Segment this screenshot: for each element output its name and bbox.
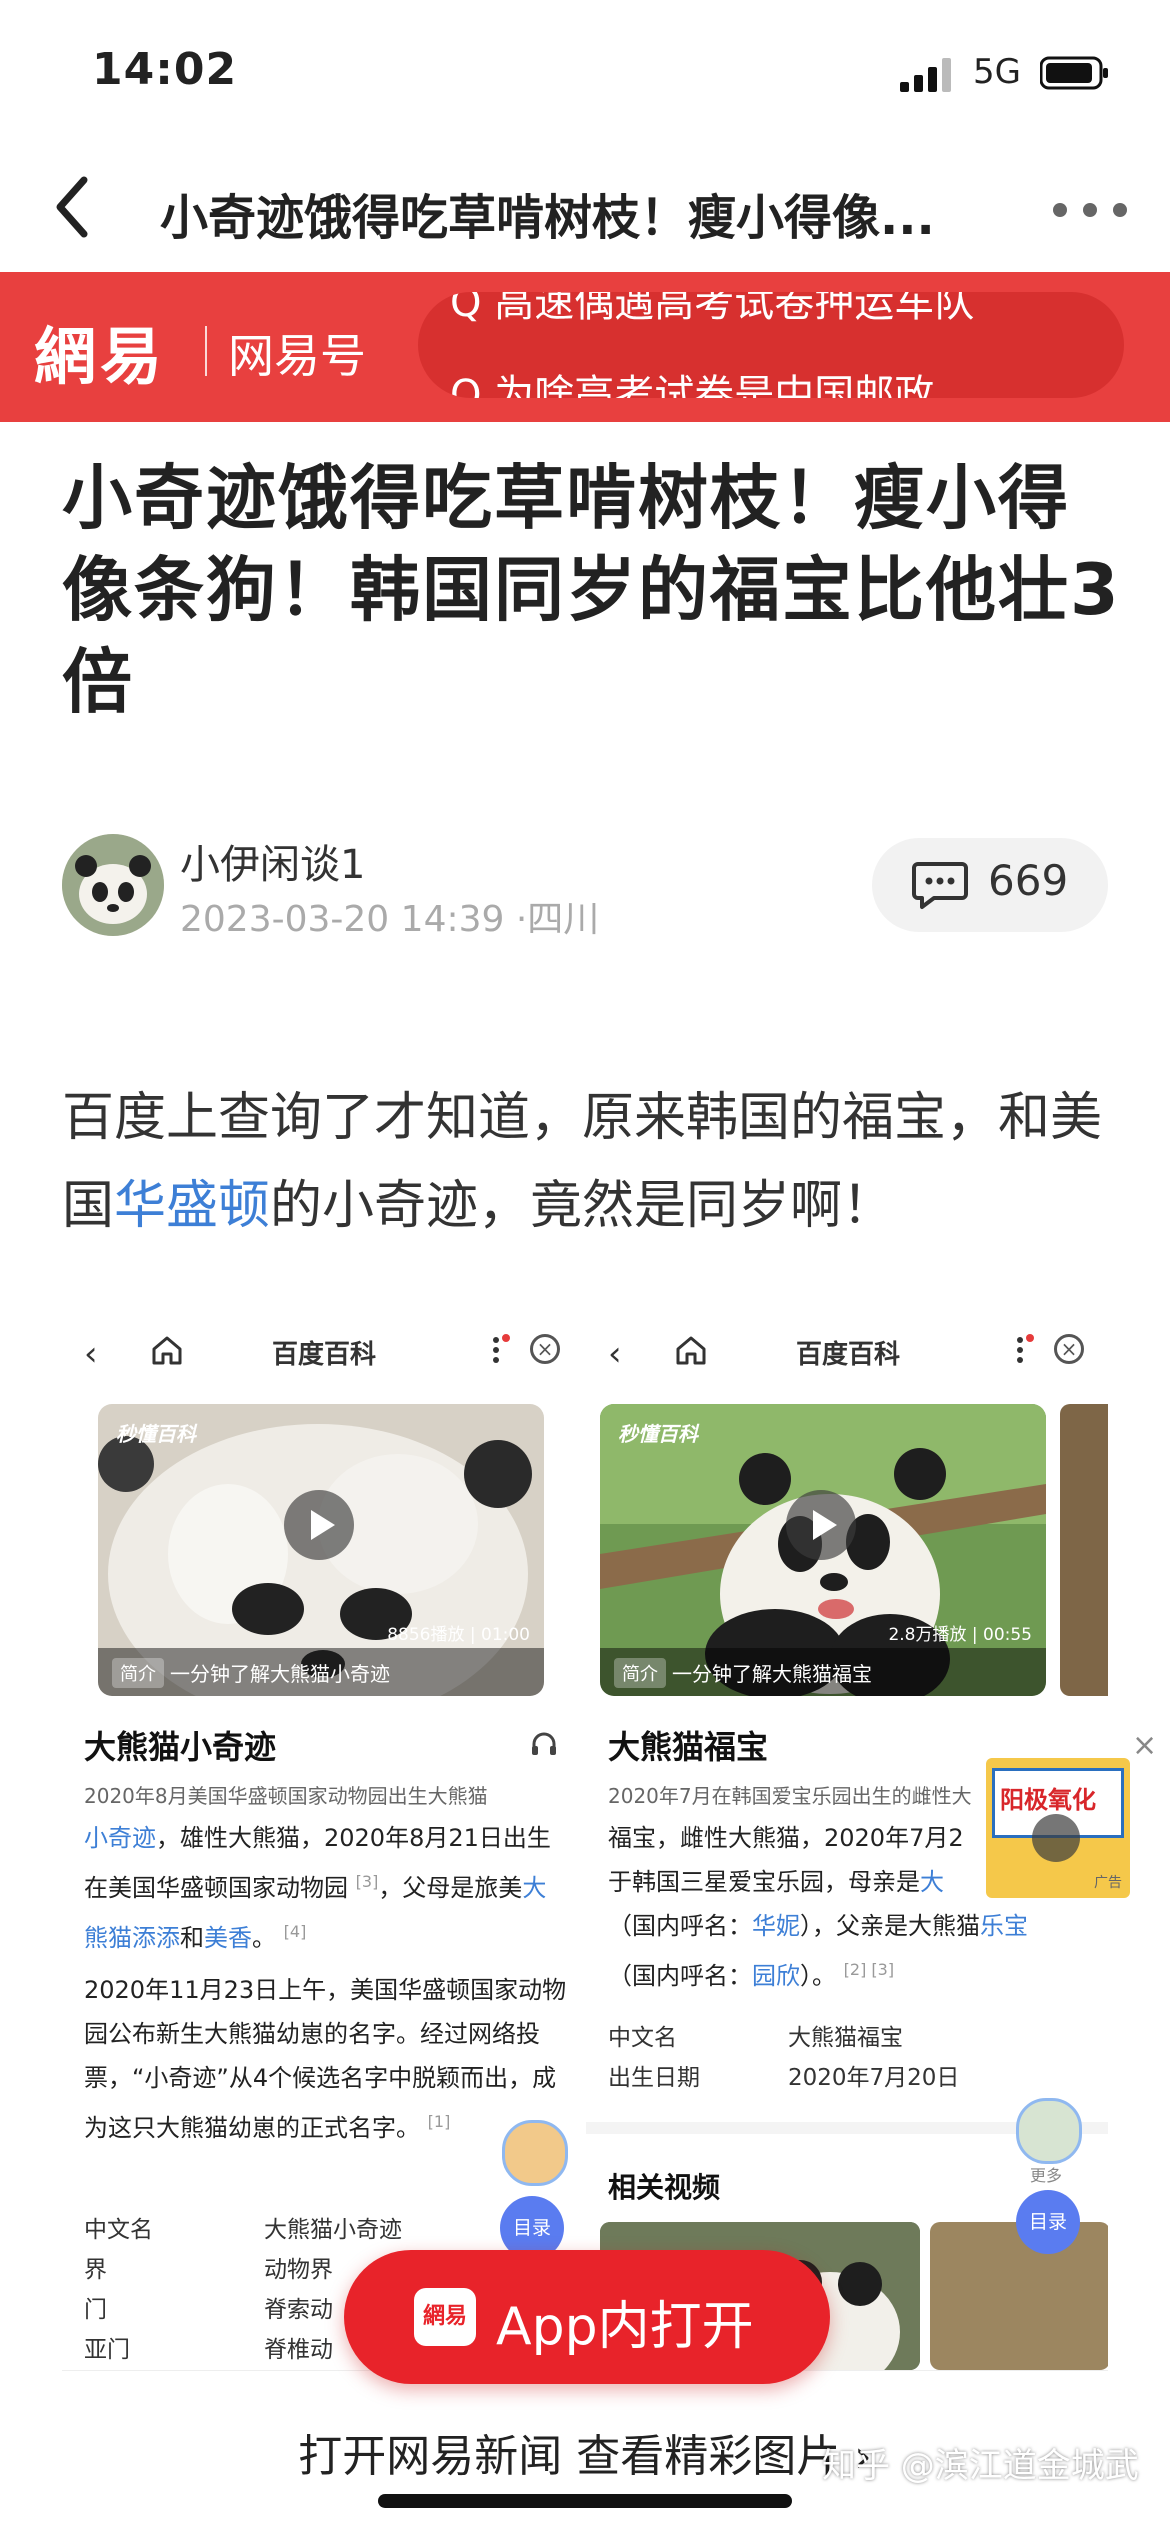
author-name[interactable]: 小伊闲谈1: [180, 832, 365, 890]
ad-close-icon[interactable]: ×: [1132, 1728, 1157, 1763]
entry-link: 园欣: [752, 1962, 800, 1990]
entry-description: 2020年7月在韩国爱宝乐园出生的雌性大: [608, 1784, 972, 1808]
search-suggestion[interactable]: Q 高速偶遇高考试卷押运车队: [450, 292, 974, 328]
citation: [4]: [283, 1922, 307, 1941]
search-suggestion[interactable]: Q 为啥高考试卷是中国邮政: [450, 362, 934, 398]
washington-link[interactable]: 华盛顿: [114, 1176, 270, 1236]
entry-link: 大: [920, 1868, 944, 1896]
ad-text: 阳极氧化: [1000, 1786, 1096, 1814]
citation: [1]: [427, 2112, 451, 2131]
video-logo: 秒懂百科: [116, 1422, 196, 1446]
entry-text: 2020年11月23日上午，美国华盛顿国家动物园公布新生大熊猫幼崽的名字。经过网…: [84, 1976, 567, 2142]
comment-count[interactable]: 669: [988, 856, 1068, 905]
entry-link: 华妮: [752, 1912, 800, 1940]
avatar-badge: [1016, 2098, 1082, 2164]
ad-label: 广告: [1094, 1875, 1122, 1891]
ad-play-icon: [1032, 1814, 1080, 1862]
watermark: 知乎 @滨江道金城武: [822, 2446, 1139, 2486]
baike-topbar: ‹ 百度百科 ×: [62, 1320, 586, 1380]
comment-icon[interactable]: [912, 860, 968, 910]
back-arrow-icon[interactable]: [48, 172, 98, 242]
home-indicator[interactable]: [378, 2494, 792, 2508]
more-label: 更多: [1030, 2166, 1063, 2185]
video-caption: 一分钟了解大熊猫小奇迹: [170, 1662, 390, 1686]
menu-dots-icon: [1017, 1334, 1034, 1363]
entry-name: 大熊猫小奇迹: [84, 1728, 277, 1766]
video-caption: 一分钟了解大熊猫福宝: [672, 1662, 872, 1686]
play-icon: [786, 1490, 856, 1560]
author-avatar[interactable]: [62, 834, 164, 936]
baike-panel-left: ‹ 百度百科 × 秒懂百科 8856播放 | 01:00 简介 一分钟了解大熊猫…: [62, 1320, 586, 2370]
baike-topbar: ‹ 百度百科 ×: [586, 1320, 1108, 1380]
divider: [205, 326, 207, 376]
article-headline: 小奇迹饿得吃草啃树枝！瘦小得像条狗！韩国同岁的福宝比他壮3倍: [62, 457, 1121, 723]
video-tag: 简介: [614, 1658, 666, 1688]
signal-icon: [900, 58, 951, 92]
status-time: 14:02: [92, 44, 238, 95]
entry-text: 和: [180, 1924, 204, 1952]
video-caption-bar: 简介 一分钟了解大熊猫小奇迹: [98, 1648, 544, 1696]
entry-text: （国内呼名：: [608, 1962, 752, 1990]
headphone-icon: [532, 1732, 556, 1755]
floating-ad[interactable]: 阳极氧化 广告: [986, 1758, 1130, 1898]
entry-text: ），父亲是大熊猫: [800, 1912, 980, 1940]
entry-body-2: 2020年11月23日上午，美国华盛顿国家动物园公布新生大熊猫幼崽的名字。经过网…: [84, 1968, 568, 2150]
entry-description: 2020年8月美国华盛顿国家动物园出生大熊猫: [84, 1784, 488, 1808]
article-paragraph: 百度上查询了才知道，原来韩国的福宝，和美国华盛顿的小奇迹，竟然是同岁啊！: [62, 1074, 1122, 1250]
video-caption-bar: 简介 一分钟了解大熊猫福宝: [600, 1648, 1046, 1696]
entry-text: （国内呼名：: [608, 1912, 752, 1940]
entry-text: ，父母是旅美: [378, 1874, 523, 1902]
network-label: 5G: [973, 52, 1021, 92]
related-video-thumb: [930, 2222, 1108, 2370]
close-icon: ×: [530, 1334, 560, 1364]
battery-icon: [1040, 56, 1108, 90]
more-icon[interactable]: [1050, 200, 1130, 220]
video-thumbnail: 秒懂百科 2.8万播放 | 00:55 简介 一分钟了解大熊猫福宝: [600, 1404, 1046, 1696]
menu-dots-icon: [493, 1334, 510, 1363]
paragraph-text: 的小奇迹，竟然是同岁啊！: [270, 1176, 895, 1236]
article-image[interactable]: ‹ 百度百科 × 秒懂百科 8856播放 | 01:00 简介 一分钟了解大熊猫…: [62, 1320, 1108, 2370]
info-row: 出生日期 2020年7月20日: [608, 2065, 960, 2091]
publish-meta: 2023-03-20 14:39 ·四川: [180, 899, 600, 940]
panda-avatar-icon: [62, 834, 164, 936]
entry-name: 大熊猫福宝: [608, 1728, 769, 1766]
citation: [2] [3]: [843, 1960, 895, 1979]
search-suggestion-pill[interactable]: Q 高速偶遇高考试卷押运车队 Q 为啥高考试卷是中国邮政: [418, 292, 1124, 398]
citation: [3]: [355, 1872, 379, 1891]
entry-text: ）。: [800, 1962, 836, 1990]
related-videos-heading: 相关视频: [608, 2171, 721, 2204]
open-in-app-label[interactable]: App内打开: [496, 2284, 754, 2359]
toc-button: 目录: [1016, 2190, 1080, 2254]
info-row: 中文名 大熊猫小奇迹: [84, 2217, 402, 2243]
entry-text: 。: [252, 1924, 276, 1952]
netease-logo[interactable]: 網易: [34, 306, 166, 396]
entry-link: 小奇迹: [84, 1824, 156, 1852]
netease-app-icon[interactable]: 網易: [414, 2288, 476, 2346]
entry-body: 小奇迹，雄性大熊猫，2020年8月21日出生在美国华盛顿国家动物园 [3]，父母…: [84, 1816, 568, 1960]
video-stats: 8856播放 | 01:00: [387, 1625, 530, 1645]
entry-link: 美香: [204, 1924, 252, 1952]
entry-text: 福宝，雌性大熊猫，2020年7月2: [608, 1824, 964, 1852]
next-video-peek: [1060, 1404, 1108, 1696]
video-stats: 2.8万播放 | 00:55: [888, 1625, 1032, 1645]
video-tag: 简介: [112, 1658, 164, 1688]
entry-link: 乐宝: [980, 1912, 1028, 1940]
video-logo: 秒懂百科: [618, 1422, 698, 1446]
nav-title: 小奇迹饿得吃草啃树枝！瘦小得像...: [160, 190, 935, 246]
video-thumbnail: 秒懂百科 8856播放 | 01:00 简介 一分钟了解大熊猫小奇迹: [98, 1404, 544, 1696]
info-row: 中文名 大熊猫福宝: [608, 2025, 903, 2051]
avatar-badge: [502, 2120, 568, 2186]
entry-text: 于韩国三星爱宝乐园，母亲是: [608, 1868, 920, 1896]
close-icon: ×: [1054, 1334, 1084, 1364]
play-icon: [284, 1490, 354, 1560]
brand-subtitle[interactable]: 网易号: [228, 320, 366, 386]
